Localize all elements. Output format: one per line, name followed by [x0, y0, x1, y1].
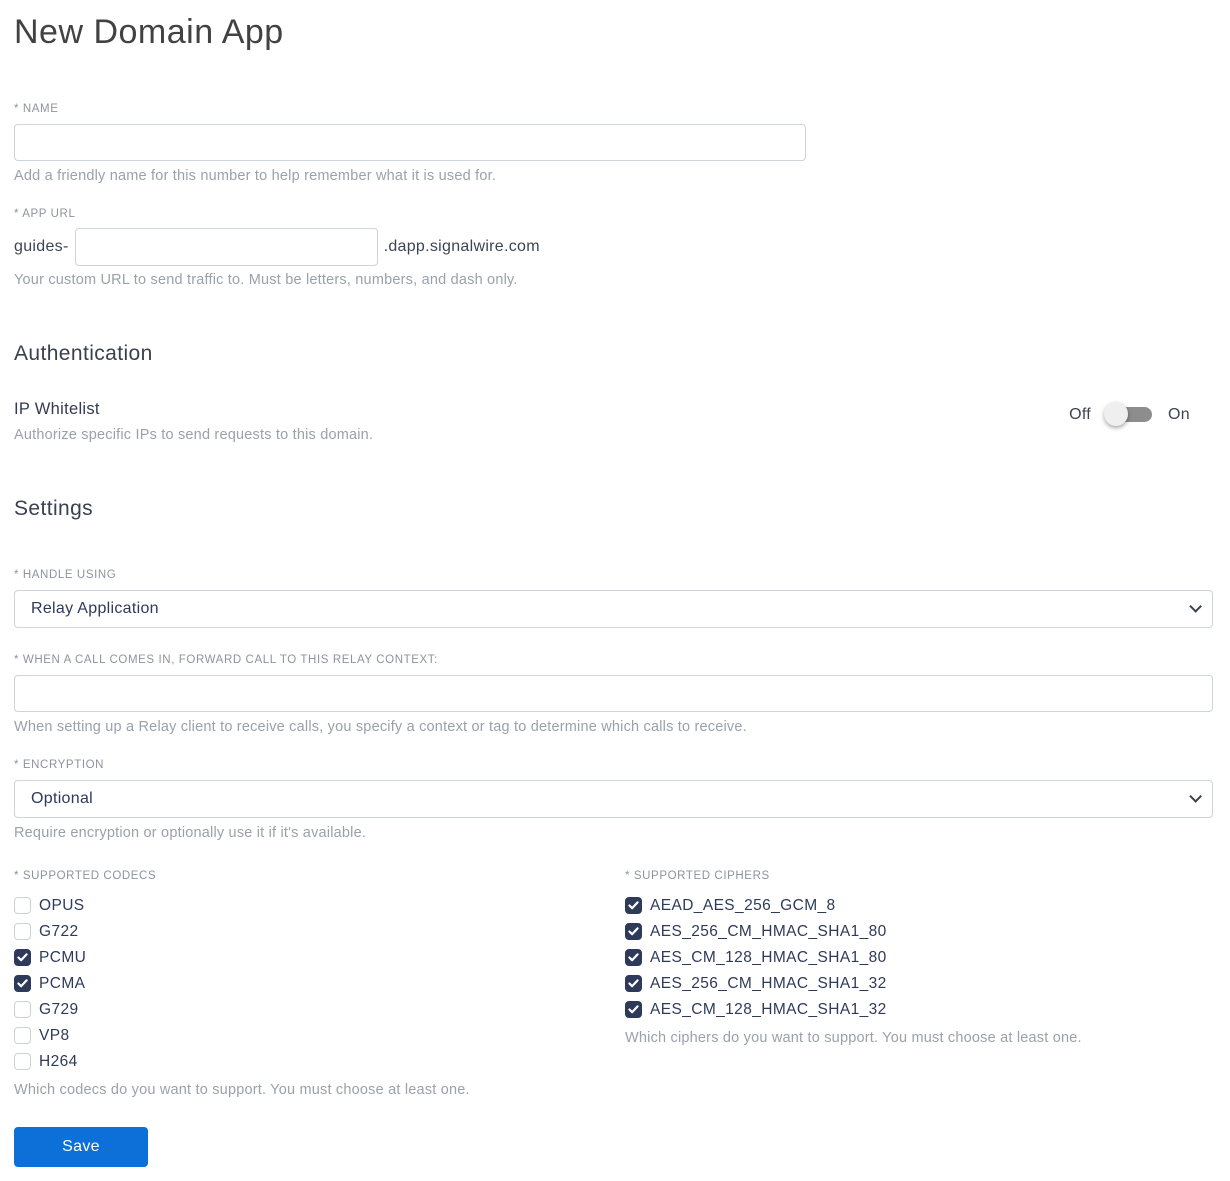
checkbox[interactable]: [625, 923, 642, 941]
checkmark-icon: [17, 953, 28, 962]
codecs-checkbox-list: OPUS G722 PCMU PCMA G729 VP8 H264: [14, 893, 625, 1075]
checkbox-row[interactable]: AES_256_CM_HMAC_SHA1_32: [625, 971, 1213, 997]
checkbox-label: AES_256_CM_HMAC_SHA1_32: [650, 974, 887, 992]
ciphers-checkbox-list: AEAD_AES_256_GCM_8 AES_256_CM_HMAC_SHA1_…: [625, 893, 1213, 1023]
relay-context-input[interactable]: [14, 674, 1213, 712]
app-url-helper-text: Your custom URL to send traffic to. Must…: [14, 271, 518, 288]
checkbox[interactable]: [625, 975, 642, 993]
app-url-row: guides- .dapp.signalwire.com: [14, 227, 1213, 266]
app-url-suffix: .dapp.signalwire.com: [383, 237, 540, 255]
ip-whitelist-toggle[interactable]: [1104, 402, 1153, 427]
handle-using-select[interactable]: Relay Application: [14, 589, 1213, 628]
settings-heading: Settings: [14, 496, 94, 520]
checkbox[interactable]: [625, 897, 642, 915]
encryption-select[interactable]: Optional: [14, 779, 1213, 818]
checkbox[interactable]: [14, 949, 31, 967]
app-url-input[interactable]: [74, 227, 378, 266]
app-url-prefix: guides-: [14, 237, 69, 255]
checkbox[interactable]: [14, 1027, 31, 1045]
checkbox-row[interactable]: H264: [14, 1049, 625, 1075]
new-domain-app-form: New Domain App * NAME Add a friendly nam…: [0, 0, 1230, 1181]
checkbox-row[interactable]: G722: [14, 919, 625, 945]
ip-whitelist-helper-text: Authorize specific IPs to send requests …: [14, 426, 374, 443]
checkbox-row[interactable]: AEAD_AES_256_GCM_8: [625, 893, 1213, 919]
checkbox-label: G722: [39, 922, 79, 940]
save-button[interactable]: Save: [14, 1126, 148, 1167]
checkbox[interactable]: [14, 1053, 31, 1071]
checkbox-label: OPUS: [39, 896, 85, 914]
checkbox-label: H264: [39, 1052, 78, 1070]
app-url-label: * APP URL: [14, 207, 76, 220]
relay-context-helper-text: When setting up a Relay client to receiv…: [14, 718, 747, 735]
relay-context-label: * WHEN A CALL COMES IN, FORWARD CALL TO …: [14, 653, 438, 666]
checkbox-row[interactable]: AES_CM_128_HMAC_SHA1_32: [625, 997, 1213, 1023]
handle-using-label: * HANDLE USING: [14, 568, 117, 581]
checkbox[interactable]: [14, 1001, 31, 1019]
checkbox-row[interactable]: AES_CM_128_HMAC_SHA1_80: [625, 945, 1213, 971]
checkbox-label: AES_CM_128_HMAC_SHA1_80: [650, 948, 887, 966]
supported-codecs-label: * SUPPORTED CODECS: [14, 869, 157, 882]
codecs-helper-text: Which codecs do you want to support. You…: [14, 1081, 470, 1098]
ip-whitelist-label: IP Whitelist: [14, 399, 100, 418]
checkbox-row[interactable]: PCMA: [14, 971, 625, 997]
toggle-on-label: On: [1168, 405, 1190, 423]
toggle-off-label: Off: [1069, 405, 1092, 423]
checkbox-row[interactable]: G729: [14, 997, 625, 1023]
ip-whitelist-text: IP Whitelist Authorize specific IPs to s…: [14, 400, 373, 443]
name-helper-text: Add a friendly name for this number to h…: [14, 167, 497, 184]
checkmark-icon: [628, 1005, 639, 1014]
supported-codecs-section: * SUPPORTED CODECS OPUS G722 PCMU PCMA G…: [14, 870, 625, 1098]
checkbox-label: VP8: [39, 1026, 70, 1044]
checkbox-label: PCMU: [39, 948, 87, 966]
supported-ciphers-label: * SUPPORTED CIPHERS: [625, 869, 770, 882]
checkbox-label: PCMA: [39, 974, 86, 992]
checkmark-icon: [628, 927, 639, 936]
encryption-selected-value: Optional: [31, 789, 93, 807]
checkmark-icon: [628, 979, 639, 988]
checkmark-icon: [17, 979, 28, 988]
ciphers-helper-text: Which ciphers do you want to support. Yo…: [625, 1029, 1082, 1046]
handle-using-selected-value: Relay Application: [31, 599, 159, 617]
toggle-thumb[interactable]: [1104, 402, 1129, 427]
checkbox-label: AES_256_CM_HMAC_SHA1_80: [650, 922, 887, 940]
checkbox[interactable]: [14, 975, 31, 993]
page-title: New Domain App: [14, 13, 284, 51]
chevron-down-icon: [1189, 790, 1202, 804]
checkbox-label: AEAD_AES_256_GCM_8: [650, 896, 836, 914]
authentication-heading: Authentication: [14, 341, 153, 365]
checkbox-label: AES_CM_128_HMAC_SHA1_32: [650, 1000, 887, 1018]
name-label: * NAME: [14, 102, 59, 115]
checkbox[interactable]: [14, 923, 31, 941]
checkmark-icon: [628, 953, 639, 962]
ip-whitelist-toggle-group: Off On: [1069, 402, 1190, 427]
chevron-down-icon: [1189, 600, 1202, 614]
name-input[interactable]: [14, 123, 806, 161]
checkbox[interactable]: [625, 1001, 642, 1019]
encryption-helper-text: Require encryption or optionally use it …: [14, 824, 367, 841]
checkbox-row[interactable]: AES_256_CM_HMAC_SHA1_80: [625, 919, 1213, 945]
checkbox-row[interactable]: PCMU: [14, 945, 625, 971]
ip-whitelist-row: IP Whitelist Authorize specific IPs to s…: [14, 400, 1213, 443]
codecs-ciphers-columns: * SUPPORTED CODECS OPUS G722 PCMU PCMA G…: [14, 870, 1213, 1098]
checkbox-label: G729: [39, 1000, 79, 1018]
checkbox[interactable]: [625, 949, 642, 967]
checkbox-row[interactable]: OPUS: [14, 893, 625, 919]
checkbox[interactable]: [14, 897, 31, 915]
supported-ciphers-section: * SUPPORTED CIPHERS AEAD_AES_256_GCM_8 A…: [625, 870, 1213, 1098]
checkmark-icon: [628, 901, 639, 910]
encryption-label: * ENCRYPTION: [14, 758, 105, 771]
checkbox-row[interactable]: VP8: [14, 1023, 625, 1049]
